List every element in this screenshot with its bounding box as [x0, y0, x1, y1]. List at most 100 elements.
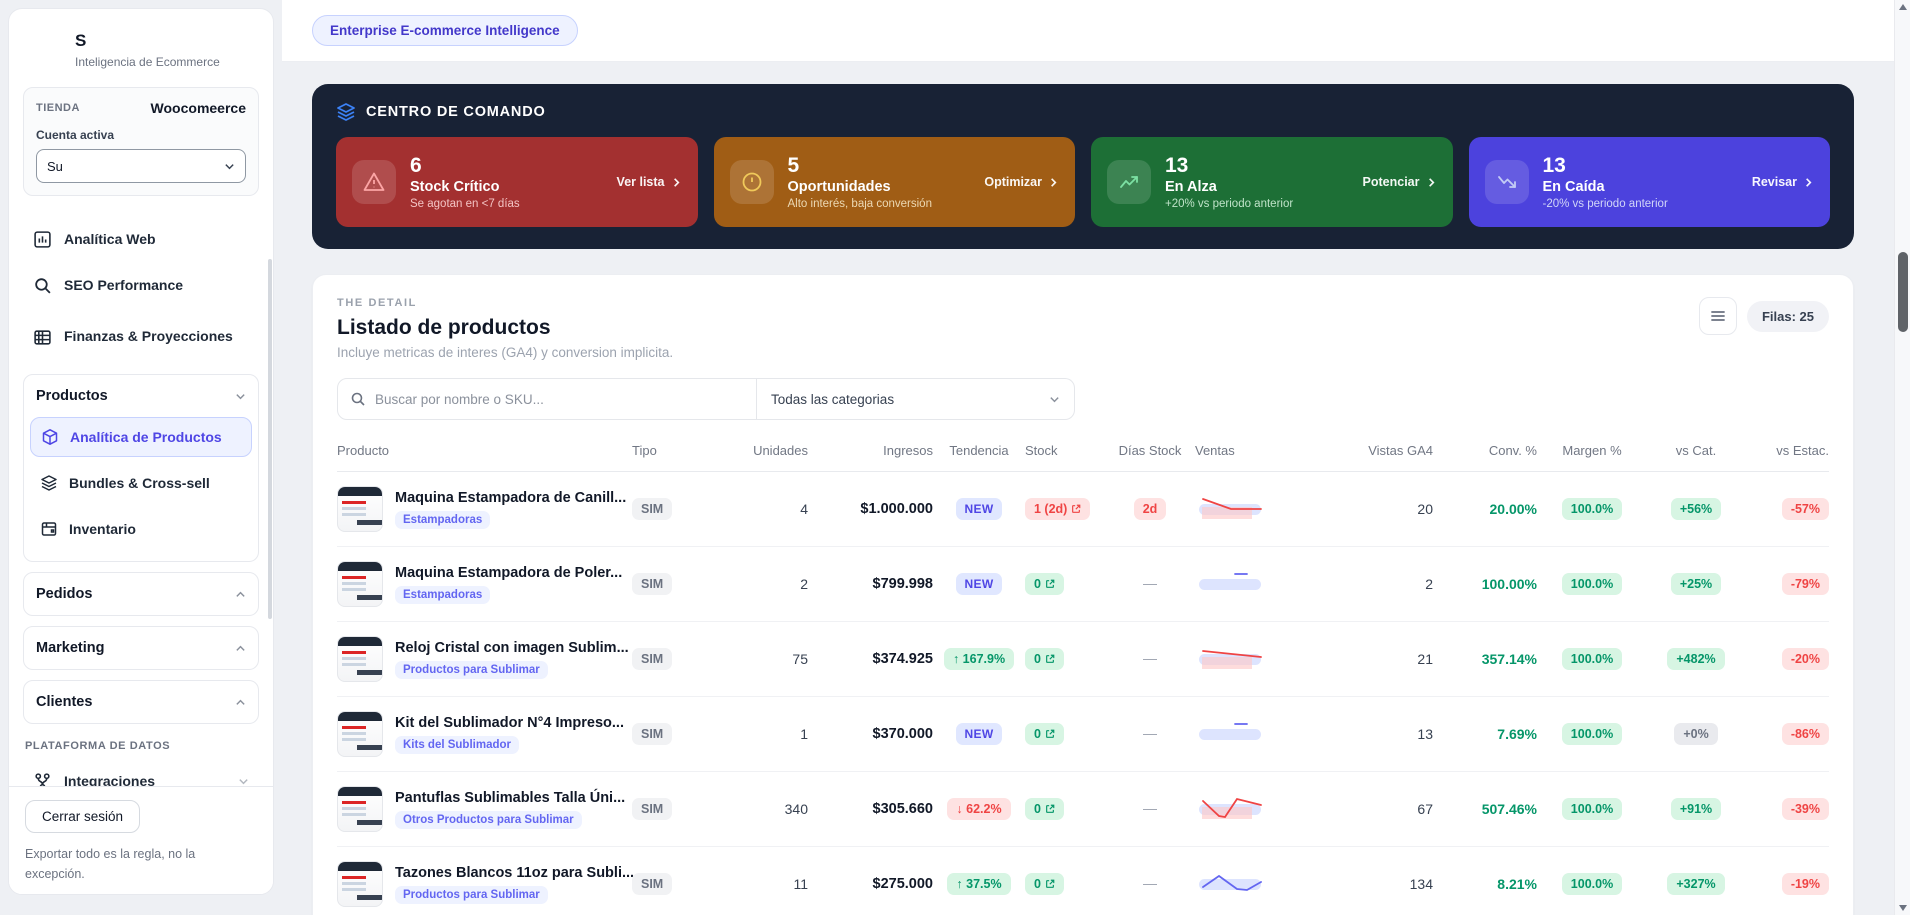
column-header[interactable]: Conv. % [1433, 443, 1537, 458]
margen-cell: 100.0% [1537, 648, 1647, 670]
command-card-clock[interactable]: 5 Oportunidades Alto interés, baja convers… [713, 137, 1075, 227]
section-header-clientes[interactable]: Clientes [24, 681, 258, 723]
product-image [337, 486, 383, 532]
ingresos-cell: $275.000 [872, 876, 933, 892]
table-row[interactable]: Maquina Estampadora de Poler... Estampado… [337, 547, 1829, 622]
ventas-sparkline [1195, 572, 1291, 601]
command-card-body: 13 En Caída -20% vs periodo anterior [1543, 154, 1738, 210]
external-link-icon [1045, 654, 1055, 664]
dias-stock-badge: 2d [1133, 498, 1167, 520]
platform-section-label: PLATAFORMA DE DATOS [25, 740, 171, 752]
product-category-badge: Estampadoras [395, 510, 491, 529]
column-header[interactable]: Ingresos [808, 443, 933, 458]
column-header[interactable]: Unidades [710, 443, 808, 458]
page-scrollbar-thumb[interactable] [1898, 252, 1908, 332]
detail-subtitle: Incluye metricas de interes (GA4) y conv… [337, 345, 674, 360]
column-header[interactable]: vs Estac. [1745, 443, 1829, 458]
stock-link[interactable]: 0 [1025, 873, 1064, 895]
product-list-card: THE DETAIL Listado de productos Incluye … [312, 274, 1854, 915]
command-card-action[interactable]: Revisar [1752, 175, 1814, 189]
column-header[interactable]: Stock [1025, 443, 1105, 458]
vs-estac-badge: -20% [1781, 648, 1829, 670]
product-info: Reloj Cristal con imagen Sublim... Produc… [395, 640, 629, 679]
store-label: TIENDA [36, 102, 80, 114]
stock-link[interactable]: 0 [1025, 798, 1064, 820]
tendencia-badge: NEW [955, 723, 1003, 745]
column-header[interactable]: Ventas [1195, 443, 1323, 458]
account-select[interactable]: Su [36, 149, 246, 183]
dias-stock-empty: — [1143, 650, 1157, 666]
section-header-pedidos[interactable]: Pedidos [24, 573, 258, 615]
sidebar-footer: Cerrar sesión Exportar todo es la regla,… [9, 786, 273, 894]
vs-cat-badge: +327% [1667, 873, 1725, 895]
tendencia-cell: NEW [933, 573, 1025, 595]
product-category-badge: Otros Productos para Sublimar [395, 810, 582, 829]
sidebar-item-archive[interactable]: Inventario [30, 509, 252, 549]
column-header[interactable]: Tipo [632, 443, 710, 458]
tendencia-cell: ↑ 37.5% [933, 873, 1025, 895]
vs-estac-badge: -19% [1781, 873, 1829, 895]
tipo-badge: SIM [632, 723, 673, 745]
product-name: Maquina Estampadora de Canill... [395, 489, 627, 506]
scroll-up-arrow-icon[interactable] [1899, 4, 1907, 10]
chevron-down-icon [238, 776, 249, 787]
table-menu-button[interactable] [1698, 297, 1737, 335]
sidebar-item-bar-chart[interactable]: Analítica Web [23, 218, 259, 260]
sidebar-section-clientes: Clientes [23, 680, 259, 724]
column-header[interactable]: Producto [337, 443, 632, 458]
sidebar-scrollbar-thumb[interactable] [268, 259, 272, 619]
unidades-cell: 340 [784, 801, 808, 817]
command-card-action[interactable]: Ver lista [617, 175, 682, 189]
command-card-trending-down[interactable]: 13 En Caída -20% vs periodo anterior Revisa… [1468, 137, 1830, 227]
table-row[interactable]: Maquina Estampadora de Canill... Estampad… [337, 472, 1829, 547]
column-header[interactable]: Tendencia [933, 443, 1025, 458]
margen-cell: 100.0% [1537, 573, 1647, 595]
command-card-action[interactable]: Potenciar [1363, 175, 1437, 189]
sidebar-item-table[interactable]: Finanzas & Proyecciones [23, 310, 259, 364]
rows-count-pill[interactable]: Filas: 25 [1746, 300, 1829, 332]
scroll-down-arrow-icon[interactable] [1899, 905, 1907, 911]
vs-cat-badge: +0% [1674, 723, 1718, 745]
search-input[interactable] [375, 391, 744, 407]
sidebar-item-search[interactable]: SEO Performance [23, 264, 259, 306]
category-select[interactable]: Todas las categorias [757, 378, 1075, 420]
vs-estac-cell: -79% [1745, 573, 1829, 595]
column-header[interactable]: Días Stock [1105, 443, 1195, 458]
page-scrollbar[interactable] [1894, 0, 1910, 915]
stock-link[interactable]: 0 [1025, 648, 1064, 670]
tendencia-badge: NEW [955, 498, 1003, 520]
stock-cell: 0 [1025, 873, 1105, 895]
sidebar-item-label: Integraciones [64, 773, 156, 787]
stock-link[interactable]: 1 (2d) [1025, 498, 1091, 520]
sidebar-item-integraciones[interactable]: Integraciones [23, 760, 259, 787]
tendencia-cell: ↓ 62.2% [933, 798, 1025, 820]
table-row[interactable]: Pantuflas Sublimables Talla Úni... Otros … [337, 772, 1829, 847]
table-body: Maquina Estampadora de Canill... Estampad… [337, 472, 1829, 915]
product-info: Tazones Blancos 11oz para Subli... Produc… [395, 865, 634, 904]
command-card-body: 5 Oportunidades Alto interés, baja convers… [788, 154, 971, 210]
section-header-productos[interactable]: Productos [24, 375, 258, 417]
stock-link[interactable]: 0 [1025, 573, 1064, 595]
sidebar-item-layers[interactable]: Bundles & Cross-sell [30, 463, 252, 503]
ventas-cell [1195, 792, 1323, 827]
command-card-trending-up[interactable]: 13 En Alza +20% vs periodo anterior Potenci… [1091, 137, 1453, 227]
product-cell: Maquina Estampadora de Poler... Estampado… [337, 561, 632, 607]
branch-icon [33, 772, 52, 787]
column-header[interactable]: Margen % [1537, 443, 1647, 458]
section-header-marketing[interactable]: Marketing [24, 627, 258, 669]
column-header[interactable]: Vistas GA4 [1323, 443, 1433, 458]
column-header[interactable]: vs Cat. [1647, 443, 1745, 458]
margen-badge: 100.0% [1561, 498, 1623, 520]
logout-button[interactable]: Cerrar sesión [25, 800, 141, 834]
table-row[interactable]: Reloj Cristal con imagen Sublim... Produc… [337, 622, 1829, 697]
vs-cat-cell: +91% [1647, 798, 1745, 820]
stock-link[interactable]: 0 [1025, 723, 1064, 745]
command-card-action[interactable]: Optimizar [984, 175, 1059, 189]
vs-estac-badge: -79% [1781, 573, 1829, 595]
table-row[interactable]: Kit del Sublimador N°4 Impreso... Kits de… [337, 697, 1829, 772]
conversion-cell: 8.21% [1497, 876, 1537, 892]
command-card-alert-triangle[interactable]: 6 Stock Crítico Se agotan en <7 días Ver li… [336, 137, 698, 227]
sidebar-item-cube[interactable]: Analítica de Productos [30, 417, 252, 457]
table-row[interactable]: Tazones Blancos 11oz para Subli... Produc… [337, 847, 1829, 915]
vs-estac-cell: -20% [1745, 648, 1829, 670]
